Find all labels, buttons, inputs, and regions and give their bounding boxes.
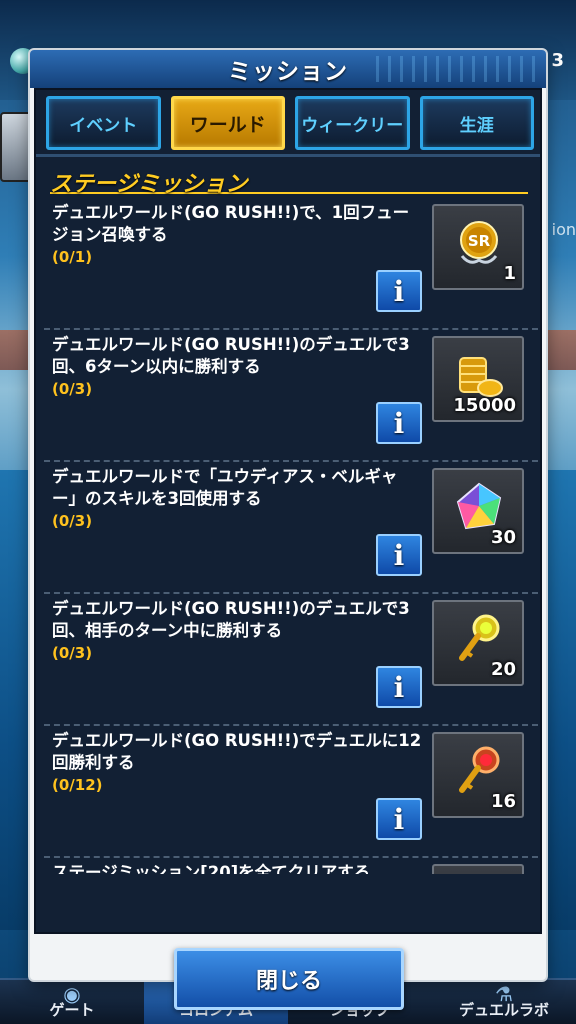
reward-box[interactable]: 20 <box>432 600 524 686</box>
mission-progress: (0/1) <box>52 248 93 266</box>
tab-weekly[interactable]: ウィークリー <box>295 96 410 150</box>
modal-header: ミッション <box>30 50 546 88</box>
tab-label: ワールド <box>189 113 266 136</box>
mission-progress: (0/12) <box>52 776 103 794</box>
reward-quantity: 16 <box>490 791 516 812</box>
mission-text: デュエルワールド(GO RUSH!!)で、1回フュージョン召喚する <box>52 203 410 244</box>
mission-item: デュエルワールド(GO RUSH!!)でデュエルに12回勝利する (0/12) … <box>44 726 538 858</box>
header-decoration <box>376 56 536 82</box>
tab-divider <box>36 154 540 157</box>
gate-icon: ◉ <box>63 982 81 1006</box>
info-icon: i <box>393 802 405 836</box>
mission-text: デュエルワールド(GO RUSH!!)のデュエルで3回、相手のターン中に勝利する <box>52 599 410 640</box>
nav-item-gate[interactable]: ◉ ゲート <box>0 980 144 1024</box>
nav-item-duel-lab[interactable]: ⚗ デュエルラボ <box>432 980 576 1024</box>
tab-bar: イベント ワールド ウィークリー 生涯 <box>42 96 538 152</box>
sr-badge-text: SR <box>468 232 491 250</box>
sr-ticket-icon: SR <box>460 221 498 264</box>
mission-text: ステージミッション[20]を全てクリアする <box>52 863 371 874</box>
reward-box[interactable] <box>432 864 524 874</box>
mission-progress: (0/3) <box>52 644 93 662</box>
close-button[interactable]: 閉じる <box>174 948 404 1010</box>
reward-quantity: 20 <box>490 659 516 680</box>
info-button[interactable]: i <box>376 666 422 708</box>
info-icon: i <box>393 274 405 308</box>
background-side-text: ion <box>551 220 576 239</box>
mission-text: デュエルワールドで「ユウディアス・ベルギャー」のスキルを3回使用する <box>52 467 398 508</box>
modal-content: イベント ワールド ウィークリー 生涯 ステージミッション デュエルワールド(G… <box>34 88 542 934</box>
gold-key-icon <box>459 614 500 661</box>
tab-lifetime[interactable]: 生涯 <box>419 96 534 150</box>
reward-quantity: 1 <box>503 263 516 284</box>
mission-modal: ミッション イベント ワールド ウィークリー 生涯 ステージミッション デュエル… <box>30 50 546 1010</box>
reward-box[interactable]: 15000 <box>432 336 524 422</box>
modal-title: ミッション <box>228 59 348 85</box>
tab-world[interactable]: ワールド <box>170 96 285 150</box>
reward-box[interactable]: SR 1 <box>432 204 524 290</box>
background-counter: 3 <box>551 50 564 71</box>
mission-text: デュエルワールド(GO RUSH!!)のデュエルで3回、6ターン以内に勝利する <box>52 335 410 376</box>
info-button[interactable]: i <box>376 798 422 840</box>
section-title: ステージミッション <box>50 166 528 197</box>
info-button[interactable]: i <box>376 534 422 576</box>
mission-item: デュエルワールド(GO RUSH!!)で、1回フュージョン召喚する (0/1) … <box>44 198 538 330</box>
reward-box[interactable]: 16 <box>432 732 524 818</box>
mission-list[interactable]: デュエルワールド(GO RUSH!!)で、1回フュージョン召喚する (0/1) … <box>44 198 538 874</box>
tab-label: イベント <box>69 115 138 136</box>
tab-label: 生涯 <box>459 115 494 136</box>
info-icon: i <box>393 670 405 704</box>
mission-item: デュエルワールド(GO RUSH!!)のデュエルで3回、相手のターン中に勝利する… <box>44 594 538 726</box>
reward-quantity: 30 <box>490 527 516 548</box>
info-button[interactable]: i <box>376 402 422 444</box>
mission-item: デュエルワールド(GO RUSH!!)のデュエルで3回、6ターン以内に勝利する … <box>44 330 538 462</box>
tab-label: ウィークリー <box>301 115 404 136</box>
rainbow-gem-icon <box>456 482 502 530</box>
mission-item: デュエルワールドで「ユウディアス・ベルギャー」のスキルを3回使用する (0/3)… <box>44 462 538 594</box>
reward-quantity: 15000 <box>453 395 516 416</box>
mission-item: ステージミッション[20]を全てクリアする <box>44 858 538 874</box>
lab-icon: ⚗ <box>495 982 513 1006</box>
mission-progress: (0/3) <box>52 380 93 398</box>
gold-coins-icon <box>459 357 503 397</box>
red-key-icon <box>459 746 500 793</box>
info-button[interactable]: i <box>376 270 422 312</box>
mission-text: デュエルワールド(GO RUSH!!)でデュエルに12回勝利する <box>52 731 422 772</box>
mission-progress: (0/3) <box>52 512 93 530</box>
reward-box[interactable]: 30 <box>432 468 524 554</box>
info-icon: i <box>393 538 405 572</box>
info-icon: i <box>393 406 405 440</box>
tab-event[interactable]: イベント <box>46 96 161 150</box>
close-button-label: 閉じる <box>255 969 322 994</box>
